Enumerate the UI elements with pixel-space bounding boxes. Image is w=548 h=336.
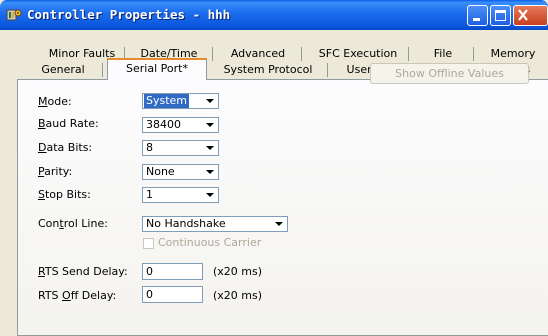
window-title: Controller Properties - hhh xyxy=(27,7,231,22)
chevron-down-icon xyxy=(206,123,214,127)
rts-off-delay-input[interactable]: 0 xyxy=(142,286,203,303)
tab-memory[interactable]: Memory xyxy=(478,46,548,63)
parity-label: Parity: xyxy=(38,165,73,178)
rts-off-delay-label: RTS Off Delay: xyxy=(38,289,117,302)
chevron-down-icon xyxy=(206,170,214,174)
controller-app-icon xyxy=(6,9,22,21)
tab-separator xyxy=(327,63,328,77)
tab-general[interactable]: General xyxy=(25,62,101,79)
stop-bits-select[interactable]: 1 xyxy=(142,187,219,203)
baud-rate-label: Baud Rate: xyxy=(38,117,99,130)
data-bits-label: Data Bits: xyxy=(38,141,93,154)
rts-send-delay-unit: (x20 ms) xyxy=(213,265,263,278)
chevron-down-icon xyxy=(206,99,214,103)
baud-rate-select[interactable]: 38400 xyxy=(142,117,219,133)
tab-separator xyxy=(408,47,409,61)
data-bits-select[interactable]: 8 xyxy=(142,140,219,156)
maximize-icon xyxy=(495,10,506,21)
control-line-value: No Handshake xyxy=(146,217,226,230)
tab-sfc-execution[interactable]: SFC Execution xyxy=(308,46,408,63)
parity-select[interactable]: None xyxy=(142,164,219,180)
control-line-select[interactable]: No Handshake xyxy=(142,216,288,232)
minimize-button[interactable] xyxy=(467,5,488,26)
chevron-down-icon xyxy=(275,222,283,226)
mode-value: System xyxy=(144,94,190,108)
tab-advanced[interactable]: Advanced xyxy=(217,46,299,63)
tab-separator xyxy=(301,47,302,61)
stop-bits-label: Stop Bits: xyxy=(38,188,91,201)
tab-separator xyxy=(473,47,474,61)
control-line-label: Control Line: xyxy=(38,217,108,230)
tab-separator xyxy=(102,63,103,77)
mode-label: Mode: xyxy=(38,95,72,108)
close-icon xyxy=(518,9,528,21)
continuous-carrier-checkbox[interactable] xyxy=(143,238,154,249)
title-bar[interactable]: Controller Properties - hhh xyxy=(0,0,548,30)
continuous-carrier-label: Continuous Carrier xyxy=(158,236,262,249)
tab-serial-port[interactable]: Serial Port* xyxy=(107,58,207,80)
close-button[interactable] xyxy=(513,5,548,26)
mode-select[interactable]: System xyxy=(142,93,219,109)
chevron-down-icon xyxy=(206,193,214,197)
chevron-down-icon xyxy=(206,146,214,150)
tab-system-protocol[interactable]: System Protocol xyxy=(213,62,323,79)
minimize-icon xyxy=(473,18,480,21)
tab-file[interactable]: File xyxy=(413,46,473,63)
rts-send-delay-label: RTS Send Delay: xyxy=(38,265,128,278)
rts-send-delay-input[interactable]: 0 xyxy=(142,263,203,280)
maximize-button[interactable] xyxy=(490,5,511,26)
show-offline-values-button[interactable]: Show Offline Values xyxy=(370,63,529,84)
tab-separator xyxy=(212,47,213,61)
rts-off-delay-unit: (x20 ms) xyxy=(213,289,263,302)
